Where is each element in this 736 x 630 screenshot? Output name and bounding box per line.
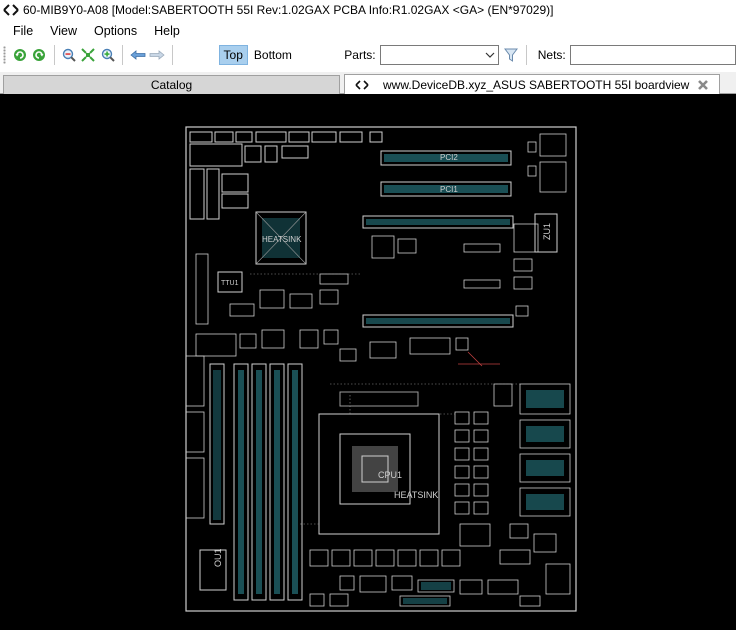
bottom-components xyxy=(309,549,541,607)
top-io-strip xyxy=(189,131,383,220)
ou1-chip: OU1 xyxy=(199,548,227,591)
board-drawing[interactable]: PCI2 PCI1 HEATSINK TTU1 ZU1 CPU1 HEATSIN… xyxy=(0,94,736,630)
nets-input[interactable] xyxy=(569,45,736,65)
arrow-left-icon xyxy=(130,50,146,60)
pci2-label: PCI2 xyxy=(440,153,458,162)
menu-bar: File View Options Help xyxy=(0,22,736,40)
zoom-in-button[interactable] xyxy=(98,45,117,65)
dimm-slots xyxy=(209,363,303,601)
tab-catalog-label: Catalog xyxy=(150,78,193,92)
vrm-area xyxy=(454,383,571,595)
boardview-icon xyxy=(355,79,369,90)
toolbar-separator xyxy=(122,45,124,65)
parts-combobox[interactable] xyxy=(379,45,500,65)
fit-view-button[interactable] xyxy=(79,45,98,65)
title-bar: 60-MIB9Y0-A08 [Model:SABERTOOTH 55I Rev:… xyxy=(0,0,736,20)
fit-view-icon xyxy=(81,48,96,62)
menu-file[interactable]: File xyxy=(0,24,41,38)
back-button[interactable] xyxy=(128,45,147,65)
chipset-heatsink: HEATSINK xyxy=(255,211,307,265)
parts-filter-button[interactable] xyxy=(501,45,520,65)
cpu-socket: CPU1 HEATSINK xyxy=(318,391,440,535)
rotate-cw-button[interactable] xyxy=(10,45,29,65)
close-icon[interactable] xyxy=(697,79,709,91)
board-outline xyxy=(185,126,577,612)
app-icon xyxy=(3,4,19,16)
toolbar-separator xyxy=(53,45,55,65)
toolbar: Top Bottom Parts: Nets: xyxy=(0,40,736,70)
zu1-label: ZU1 xyxy=(542,223,552,240)
cpu-label: CPU1 xyxy=(378,470,402,480)
pci1-label: PCI1 xyxy=(440,185,458,194)
pci-slot-1: PCI2 xyxy=(380,150,512,166)
window-title: 60-MIB9Y0-A08 [Model:SABERTOOTH 55I Rev:… xyxy=(23,3,554,17)
rotate-ccw-button[interactable] xyxy=(29,45,48,65)
tab-boardview[interactable]: www.DeviceDB.xyz_ASUS SABERTOOTH 55I boa… xyxy=(344,74,720,94)
toolbar-grip[interactable] xyxy=(3,46,6,64)
tab-boardview-label: www.DeviceDB.xyz_ASUS SABERTOOTH 55I boa… xyxy=(383,77,690,92)
zoom-out-icon xyxy=(62,48,76,62)
rotate-cw-icon xyxy=(13,49,26,61)
heatsink-top-label: HEATSINK xyxy=(262,235,302,244)
ou1-label: OU1 xyxy=(213,548,223,567)
highlight-marker xyxy=(458,351,500,367)
zoom-out-button[interactable] xyxy=(59,45,78,65)
top-view-button[interactable]: Top xyxy=(218,45,248,65)
parts-label: Parts: xyxy=(344,48,376,62)
nets-label: Nets: xyxy=(537,48,566,62)
pcie-slot-long-2 xyxy=(362,314,514,328)
vrm-pads xyxy=(526,390,564,510)
rotate-ccw-icon xyxy=(32,49,45,61)
pci-slot-2: PCI1 xyxy=(380,181,512,197)
chevron-down-icon[interactable] xyxy=(485,48,495,62)
forward-button[interactable] xyxy=(148,45,167,65)
bottom-pads xyxy=(403,582,451,604)
board-canvas[interactable]: PCI2 PCI1 HEATSINK TTU1 ZU1 CPU1 HEATSIN… xyxy=(0,94,736,630)
left-edge-connectors xyxy=(185,253,209,519)
toolbar-separator xyxy=(525,45,527,65)
zoom-in-icon xyxy=(101,48,115,62)
menu-help[interactable]: Help xyxy=(145,24,188,38)
bottom-view-button[interactable]: Bottom xyxy=(250,45,296,65)
funnel-icon xyxy=(504,48,519,62)
pcie-slot-long-1 xyxy=(362,215,514,229)
heatsink-cpu-label: HEATSINK xyxy=(394,490,438,500)
menu-view[interactable]: View xyxy=(41,24,85,38)
arrow-right-icon xyxy=(149,50,165,60)
ttu-label: TTU1 xyxy=(221,280,239,287)
ttu-chip: TTU1 xyxy=(217,271,243,293)
tab-strip: Catalog www.DeviceDB.xyz_ASUS SABERTOOTH… xyxy=(0,72,736,94)
toolbar-separator xyxy=(172,45,173,65)
menu-options[interactable]: Options xyxy=(85,24,145,38)
tab-catalog[interactable]: Catalog xyxy=(3,75,340,94)
